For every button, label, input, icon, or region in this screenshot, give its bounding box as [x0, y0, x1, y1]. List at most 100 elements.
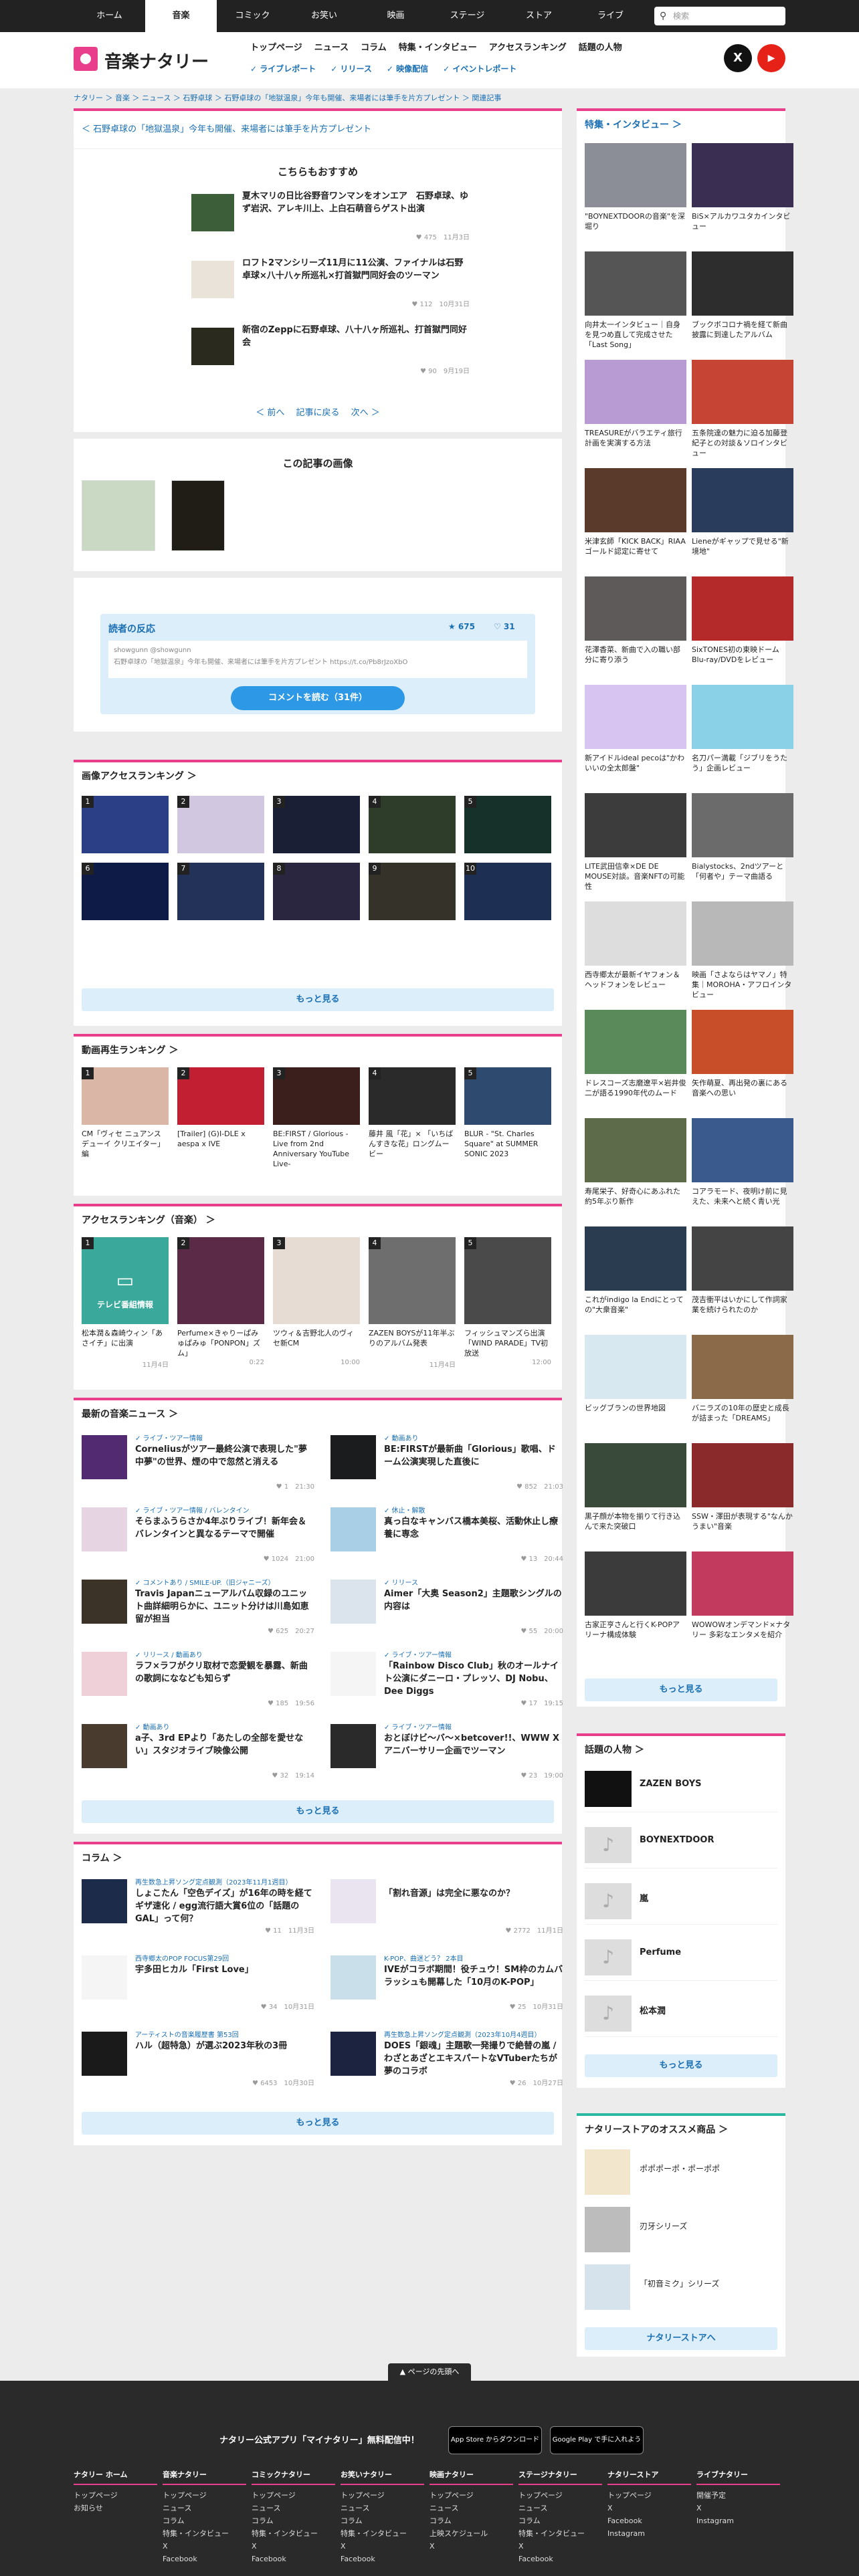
tag-event[interactable]: イベントレポート — [443, 63, 516, 74]
special-item[interactable]: LITE武田信幸×DE DE MOUSE対談。音楽NFTの可能性 — [585, 793, 686, 891]
footer-link[interactable]: ニュース — [518, 2502, 602, 2514]
footer-link[interactable]: X — [607, 2502, 691, 2514]
footer-column-heading[interactable]: お笑いナタリー — [341, 2469, 424, 2485]
footer-link[interactable]: ニュース — [163, 2502, 246, 2514]
access-ranking-item[interactable]: 2 Perfume×きゃりーぱみゅぱみゅ「PONPON」ズム」 0:22 — [177, 1237, 264, 1369]
footer-link[interactable]: トップページ — [74, 2489, 157, 2502]
news-item[interactable]: ✓ リリース Aimer「大奥 Season2」主題歌シングルの内容は ♥ 55 2… — [330, 1577, 565, 1638]
footer-link[interactable]: 特集・インタビュー — [518, 2527, 602, 2540]
special-item[interactable]: Lieneがギャップで見せる"新境地" — [692, 468, 793, 556]
footer-column-heading[interactable]: コミックナタリー — [252, 2469, 335, 2485]
footer-column-heading[interactable]: ステージナタリー — [518, 2469, 602, 2485]
footer-link[interactable]: X — [430, 2540, 513, 2553]
global-tab-home[interactable]: ホーム — [74, 0, 145, 32]
news-category[interactable]: ✓ ライブ・ツアー情報 — [384, 1649, 452, 1659]
footer-link[interactable]: トップページ — [430, 2489, 513, 2502]
footer-column-heading[interactable]: ライブナタリー — [696, 2469, 780, 2485]
column-category[interactable]: K-POP、曲迷どう？ 2本目 — [384, 1953, 464, 1963]
youtube-icon[interactable]: ▶ — [757, 44, 785, 72]
recommend-item[interactable]: 夏木マリの日比谷野音ワンマンをオンエア 石野卓球、ゆず岩沢、アレキ川上、上白石萌… — [185, 190, 533, 250]
news-item[interactable]: ✓ リリース / 動画あり ラフ×ラフがクリ取材で恋愛観を暴露、新曲の歌詞にななど… — [82, 1649, 316, 1711]
back-link[interactable]: 記事に戻る — [296, 408, 339, 418]
column-item[interactable]: 再生数急上昇ソング定点観測（2023年10月4週目） DOES「銀魂」主題歌一発撮… — [330, 2029, 565, 2090]
footer-link[interactable]: トップページ — [252, 2489, 335, 2502]
image-ranking-item[interactable]: 7 — [177, 863, 264, 920]
comment-count[interactable]: ♡ 31 — [494, 622, 515, 631]
image-ranking-item[interactable]: 1 — [82, 796, 169, 853]
special-item[interactable]: TREASUREがバラエティ旅行計画を実演する方法 — [585, 360, 686, 448]
read-comments-button[interactable]: コメントを読む（31件） — [231, 686, 405, 710]
footer-column-heading[interactable]: 音楽ナタリー — [163, 2469, 246, 2485]
news-item[interactable]: ✓ ライブ・ツアー情報 おとぼけビ～バ～×betcover!!、WWW Xアニバー… — [330, 1721, 565, 1783]
footer-link[interactable]: Facebook — [163, 2553, 246, 2565]
special-item[interactable]: 映画「さよならはヤマノ」特集｜MOROHA・アフロインタビュー — [692, 901, 793, 1000]
footer-link[interactable]: Facebook — [607, 2514, 691, 2527]
logo[interactable]: 音楽ナタリー — [74, 44, 248, 78]
column-item[interactable]: 「割れ音源」は完全に悪なのか？ ♥ 2772 11月1日 — [330, 1876, 565, 1938]
person-item[interactable]: ♪ BOYNEXTDOOR — [585, 1822, 777, 1868]
person-item[interactable]: ZAZEN BOYS — [585, 1765, 777, 1812]
more-button[interactable]: もっと見る — [585, 2054, 777, 2077]
news-category[interactable]: ✓ リリース — [384, 1577, 418, 1587]
video-ranking-item[interactable]: 1 CM「ヴィセ ニュアンス デューイ クリエイター」編 — [82, 1067, 169, 1169]
footer-link[interactable]: 上映スケジュール — [430, 2527, 513, 2540]
column-category[interactable]: 再生数急上昇ソング定点観測（2023年11月1週目） — [135, 1876, 292, 1887]
search-input[interactable]: ⚲ 検索 — [654, 7, 785, 25]
special-item[interactable]: 寿尾栄子、好奇心にあふれた約5年ぶり新作 — [585, 1118, 686, 1206]
footer-link[interactable]: トップページ — [607, 2489, 691, 2502]
news-category[interactable]: ✓ ライブ・ツアー情報 — [384, 1721, 452, 1731]
video-ranking-item[interactable]: 2 [Trailer] (G)I-DLE x aespa x IVE — [177, 1067, 264, 1169]
column-item[interactable]: 西寺郷太のPOP FOCUS第29回 宇多田ヒカル「First Love」 ♥ 34… — [82, 1953, 316, 2014]
news-item[interactable]: ✓ ライブ・ツアー情報 Corneliusがツアー最終公演で表現した"夢中夢"の世… — [82, 1432, 316, 1494]
nav-column[interactable]: コラム — [361, 40, 387, 53]
footer-link[interactable]: ニュース — [341, 2502, 424, 2514]
column-item[interactable]: 再生数急上昇ソング定点観測（2023年11月1週目） しょこたん「空色デイズ」が1… — [82, 1876, 316, 1938]
image-ranking-item[interactable]: 6 — [82, 863, 169, 920]
global-tab-owarai[interactable]: お笑い — [288, 0, 360, 32]
special-item[interactable]: 向井太一インタビュー｜自身を見つめ直して完成させた「Last Song」 — [585, 251, 686, 350]
person-item[interactable]: ♪ Perfume — [585, 1934, 777, 1981]
special-item[interactable]: SSW・澤田が表現する"なんかうまい"音楽 — [692, 1443, 793, 1531]
image-ranking-item[interactable]: 9 — [369, 863, 456, 920]
nav-top[interactable]: トップページ — [250, 40, 302, 53]
column-item[interactable]: K-POP、曲迷どう？ 2本目 IVEがコラボ期間！役チュウ！SM枠のカムバラッシ… — [330, 1953, 565, 2014]
special-item[interactable]: 西寺郷太が最新イヤフォン＆ヘッドフォンをレビュー — [585, 901, 686, 990]
special-item[interactable]: 名刀パー満載「ジブリをうたう」企画レビュー — [692, 685, 793, 773]
special-title[interactable]: 特集・インタビュー ＞ — [585, 118, 682, 131]
global-tab-eiga[interactable]: 映画 — [360, 0, 432, 32]
nav-news[interactable]: ニュース — [314, 40, 349, 53]
news-category[interactable]: ✓ 休止・解散 — [384, 1505, 425, 1515]
person-item[interactable]: ♪ 嵐 — [585, 1878, 777, 1925]
person-item[interactable]: ♪ 松本潤 — [585, 1990, 777, 2037]
image-ranking-item[interactable]: 4 — [369, 796, 456, 853]
image-ranking-item[interactable]: 10 — [464, 863, 551, 920]
footer-column-heading[interactable]: ナタリーストア — [607, 2469, 691, 2485]
video-ranking-item[interactable]: 3 BE:FIRST / Glorious -Live from 2nd Anni… — [273, 1067, 360, 1169]
special-item[interactable]: WOWOWオンデマンド×ナタリー 多彩なエンタメを紹介 — [692, 1551, 793, 1640]
footer-link[interactable]: お知らせ — [74, 2502, 157, 2514]
access-ranking-item[interactable]: 3 ツウィ＆吉野北人のヴィセ新CM 10:00 — [273, 1237, 360, 1369]
footer-column-heading[interactable]: 映画ナタリー — [430, 2469, 513, 2485]
image-ranking-item[interactable]: 3 — [273, 796, 360, 853]
footer-link[interactable]: トップページ — [518, 2489, 602, 2502]
image-ranking-item[interactable]: 8 — [273, 863, 360, 920]
global-tab-comic[interactable]: コミック — [217, 0, 288, 32]
footer-link[interactable]: 特集・インタビュー — [341, 2527, 424, 2540]
footer-link[interactable]: トップページ — [163, 2489, 246, 2502]
special-item[interactable]: 茂吉衝平はいかにして作詞家業を続けられたのか — [692, 1226, 793, 1315]
latest-news-title[interactable]: 最新の音楽ニュース ＞ — [82, 1407, 178, 1420]
back-to-article-link[interactable]: ＜ 石野卓球の「地獄温泉」今年も開催、来場者には筆手を片方プレゼント — [82, 122, 554, 138]
people-title[interactable]: 話題の人物 ＞ — [585, 1743, 644, 1756]
image-ranking-item[interactable]: 2 — [177, 796, 264, 853]
tag-live-report[interactable]: ライブレポート — [250, 63, 316, 74]
google-play-badge[interactable]: Google Play で手に入れよう — [550, 2426, 644, 2454]
footer-link[interactable]: Facebook — [341, 2553, 424, 2565]
special-item[interactable]: これがindigo la Endにとっての"大衆音楽" — [585, 1226, 686, 1315]
special-item[interactable]: 五条院達の魅力に迫る加藤登紀子との対談＆ソロインタビュー — [692, 360, 793, 458]
article-image-thumb[interactable] — [171, 480, 225, 551]
news-item[interactable]: ✓ ライブ・ツアー情報 / バレンタイン そらまふうらさか4年ぶりライブ！新年会＆… — [82, 1505, 316, 1566]
tag-release[interactable]: リリース — [330, 63, 371, 74]
footer-link[interactable]: X — [341, 2540, 424, 2553]
footer-link[interactable]: X — [252, 2540, 335, 2553]
store-item[interactable]: ポポポーポ・ポーポポ — [585, 2147, 777, 2200]
